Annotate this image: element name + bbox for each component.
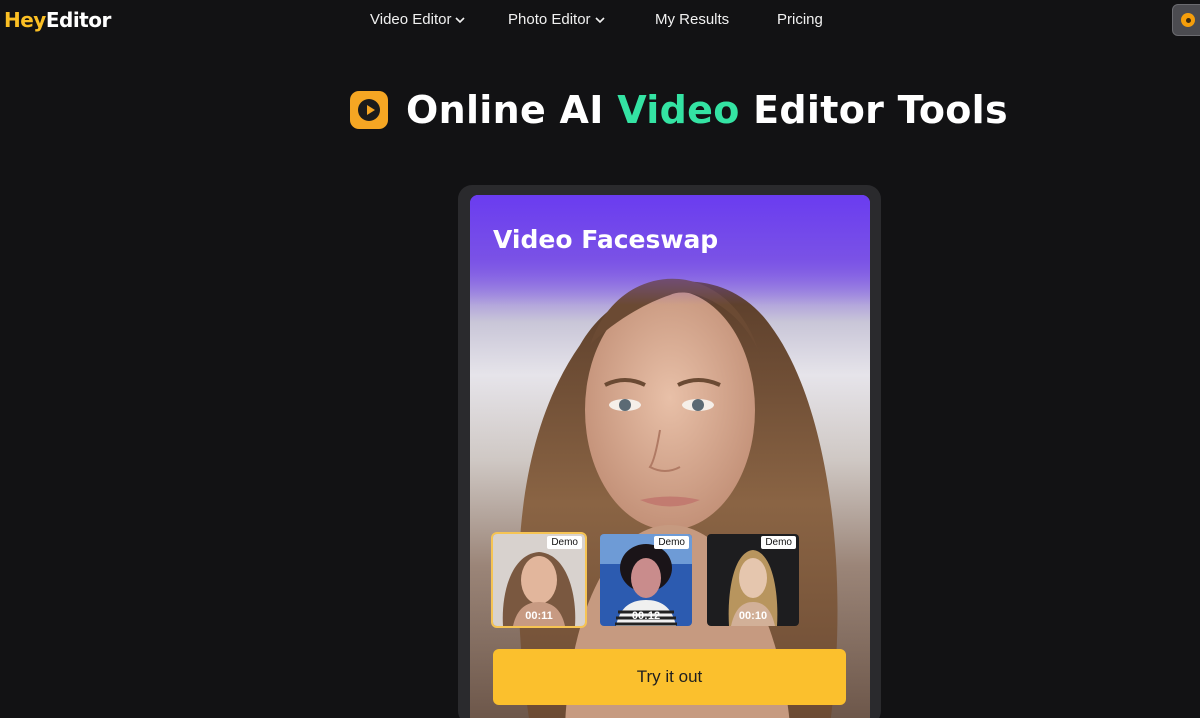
demo-badge: Demo [654, 536, 689, 549]
duration-label: 00:11 [525, 610, 553, 622]
extension-button[interactable] [1172, 4, 1200, 36]
title-accent: Video [617, 88, 740, 132]
demo-thumbnails: Demo 00:11 Demo 00:12 Demo 00:10 [491, 532, 799, 628]
title-part2: Editor Tools [739, 88, 1008, 132]
chevron-down-icon [594, 16, 605, 23]
extension-icon [1181, 13, 1195, 27]
brand-logo-hey: Hey [4, 8, 46, 32]
chevron-down-icon [455, 16, 466, 23]
nav-photo-editor[interactable]: Photo Editor [508, 11, 606, 28]
page-headline: Online AI Video Editor Tools [350, 88, 1008, 132]
try-it-out-button[interactable]: Try it out [493, 649, 846, 705]
brand-logo-editor: Editor [45, 8, 112, 32]
nav-video-editor[interactable]: Video Editor [370, 11, 466, 28]
demo-badge: Demo [761, 536, 796, 549]
top-nav: HeyEditor Video Editor Photo Editor My R… [0, 0, 1200, 40]
play-icon [350, 91, 388, 129]
page: HeyEditor Video Editor Photo Editor My R… [0, 0, 1200, 718]
demo-thumbnail[interactable]: Demo 00:12 [600, 534, 692, 626]
portrait-image [470, 195, 870, 718]
video-faceswap-card: Video Faceswap Demo 00:11 Demo 00:12 Dem… [470, 195, 870, 718]
brand-logo[interactable]: HeyEditor [4, 8, 111, 32]
nav-my-results[interactable]: My Results [655, 11, 729, 28]
nav-photo-editor-label: Photo Editor [508, 11, 591, 28]
nav-pricing-label: Pricing [777, 11, 823, 28]
nav-video-editor-label: Video Editor [370, 11, 452, 28]
demo-thumbnail[interactable]: Demo 00:10 [707, 534, 799, 626]
duration-label: 00:12 [631, 610, 661, 622]
demo-badge: Demo [547, 536, 582, 549]
title-part1: Online AI [406, 88, 618, 132]
duration-label: 00:10 [738, 610, 768, 622]
demo-thumbnail[interactable]: Demo 00:11 [491, 532, 587, 628]
card-title: Video Faceswap [493, 225, 719, 254]
page-title: Online AI Video Editor Tools [406, 88, 1008, 132]
nav-pricing[interactable]: Pricing [777, 11, 823, 28]
nav-my-results-label: My Results [655, 11, 730, 28]
